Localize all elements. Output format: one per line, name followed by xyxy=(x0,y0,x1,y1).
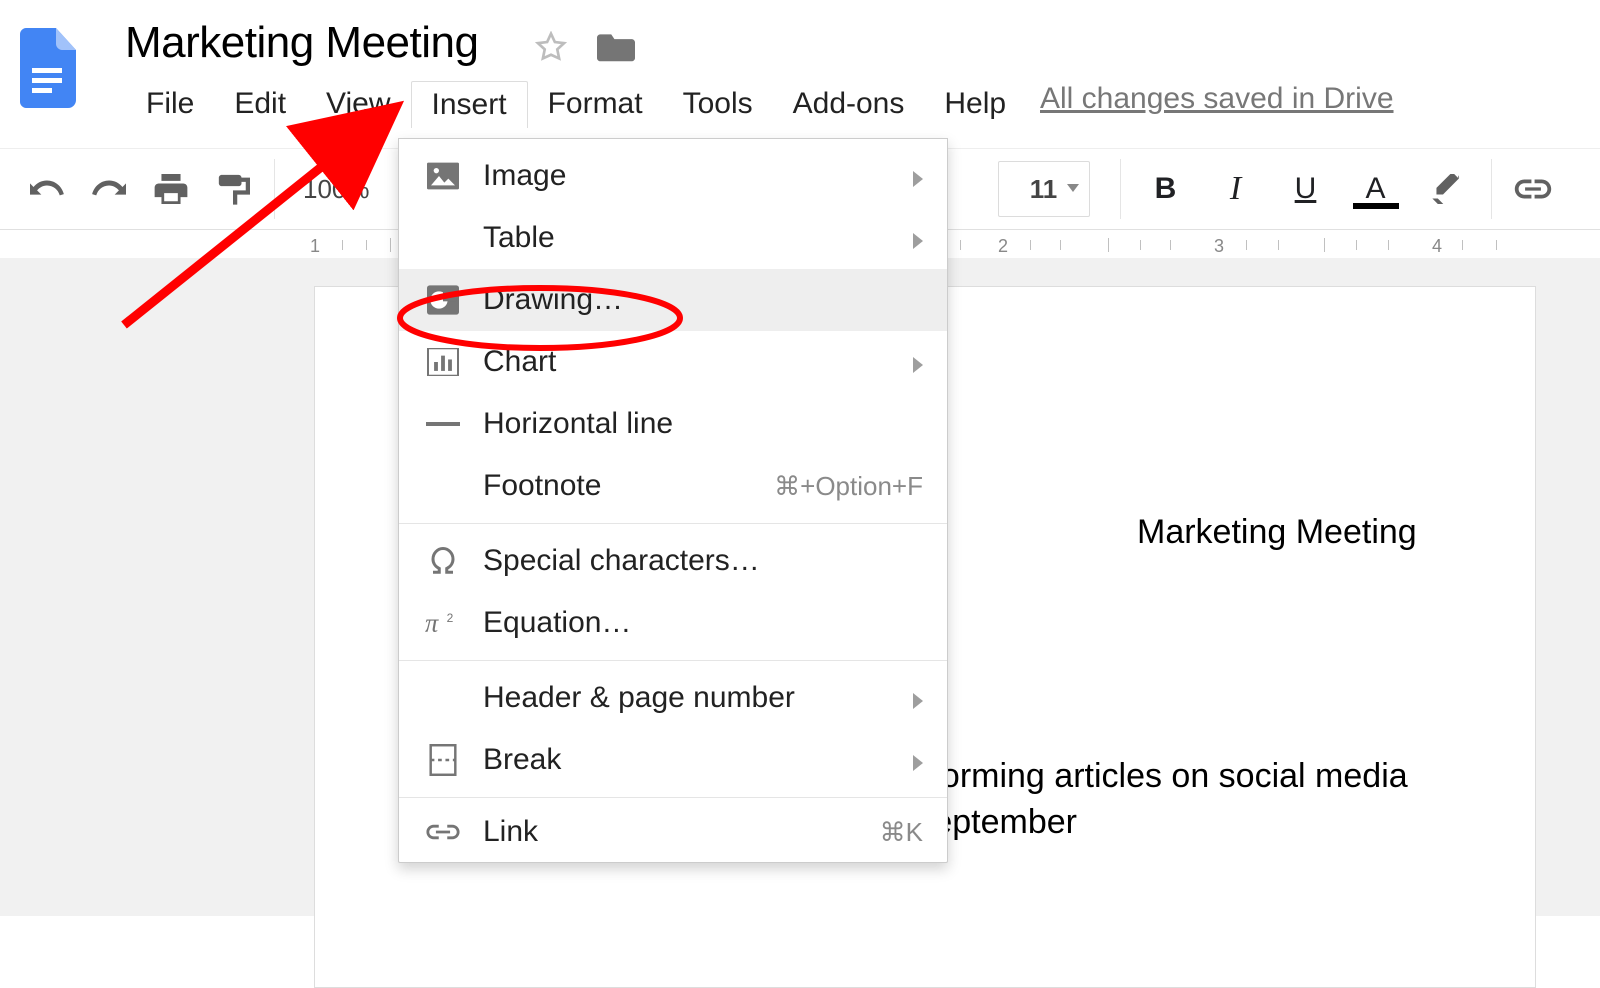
insert-image[interactable]: Image xyxy=(399,145,947,207)
link-icon xyxy=(421,813,465,851)
menu-edit[interactable]: Edit xyxy=(214,81,306,127)
blank-icon xyxy=(421,679,465,717)
page-body[interactable]: s -performing articles on social media o… xyxy=(871,707,1408,845)
folder-icon[interactable] xyxy=(597,30,635,69)
dd-label: Horizontal line xyxy=(483,407,925,441)
drawing-icon xyxy=(421,281,465,319)
body-line: s xyxy=(871,707,1408,753)
dd-label: Chart xyxy=(483,345,925,379)
svg-text:π: π xyxy=(425,609,439,637)
insert-horizontal-line[interactable]: Horizontal line xyxy=(399,393,947,455)
body-line: -performing articles on social media xyxy=(871,753,1408,799)
dd-label: Special characters… xyxy=(483,544,925,578)
chart-icon xyxy=(421,343,465,381)
dd-shortcut: ⌘+Option+F xyxy=(774,471,923,502)
dd-label: Image xyxy=(483,159,925,193)
insert-link[interactable]: Link ⌘K xyxy=(399,804,947,860)
dd-label: Drawing… xyxy=(483,283,925,317)
font-size-selector[interactable]: 11 xyxy=(998,161,1090,217)
font-size-value: 11 xyxy=(1030,174,1058,205)
ruler-mark-3: 3 xyxy=(1214,236,1224,257)
text-color-button[interactable]: A xyxy=(1341,159,1411,219)
highlight-button[interactable] xyxy=(1411,159,1481,219)
ruler-mark-1: 1 xyxy=(310,236,320,257)
star-icon[interactable] xyxy=(535,31,567,68)
page-heading[interactable]: Marketing Meeting xyxy=(1137,513,1417,552)
ruler-mark-4: 4 xyxy=(1432,236,1442,257)
menu-addons[interactable]: Add-ons xyxy=(773,81,925,127)
blank-icon xyxy=(421,219,465,257)
insert-header-page-number[interactable]: Header & page number xyxy=(399,667,947,729)
zoom-selector[interactable]: 100% xyxy=(285,159,388,219)
menu-view[interactable]: View xyxy=(306,81,410,127)
menu-file[interactable]: File xyxy=(126,81,214,127)
insert-chart[interactable]: Chart xyxy=(399,331,947,393)
pi-icon: π2 xyxy=(421,604,465,642)
menu-help[interactable]: Help xyxy=(924,81,1026,127)
redo-button[interactable] xyxy=(78,159,140,219)
menu-divider xyxy=(399,797,947,798)
text-color-swatch xyxy=(1353,203,1399,209)
insert-dropdown: Image Table Drawing… Chart Horizontal li… xyxy=(398,138,948,863)
omega-icon xyxy=(421,542,465,580)
blank-icon xyxy=(421,467,465,505)
underline-button[interactable]: U xyxy=(1271,159,1341,219)
menu-insert[interactable]: Insert xyxy=(411,81,528,128)
insert-equation[interactable]: π2 Equation… xyxy=(399,592,947,654)
menu-divider xyxy=(399,523,947,524)
dd-label: Header & page number xyxy=(483,681,925,715)
bold-button[interactable]: B xyxy=(1131,159,1201,219)
paint-format-button[interactable] xyxy=(202,159,264,219)
menu-bar: File Edit View Insert Format Tools Add-o… xyxy=(126,80,1026,128)
menu-divider xyxy=(399,660,947,661)
dd-label: Link xyxy=(483,815,925,849)
dd-label: Equation… xyxy=(483,606,925,640)
insert-link-button[interactable] xyxy=(1502,159,1564,219)
undo-button[interactable] xyxy=(16,159,78,219)
insert-drawing[interactable]: Drawing… xyxy=(399,269,947,331)
docs-logo[interactable] xyxy=(20,28,76,108)
ruler-mark-2: 2 xyxy=(998,236,1008,257)
dd-shortcut: ⌘K xyxy=(880,817,923,848)
body-line: or September xyxy=(871,799,1408,845)
insert-special-characters[interactable]: Special characters… xyxy=(399,530,947,592)
insert-footnote[interactable]: Footnote ⌘+Option+F xyxy=(399,455,947,517)
menu-format[interactable]: Format xyxy=(528,81,663,127)
insert-table[interactable]: Table xyxy=(399,207,947,269)
dd-label: Break xyxy=(483,743,925,777)
print-button[interactable] xyxy=(140,159,202,219)
save-status[interactable]: All changes saved in Drive xyxy=(1040,82,1394,116)
page-break-icon xyxy=(421,741,465,779)
hline-icon xyxy=(421,405,465,443)
document-title[interactable]: Marketing Meeting xyxy=(125,18,478,68)
svg-text:2: 2 xyxy=(447,611,454,625)
dd-label: Table xyxy=(483,221,925,255)
menu-tools[interactable]: Tools xyxy=(663,81,773,127)
image-icon xyxy=(421,157,465,195)
insert-break[interactable]: Break xyxy=(399,729,947,791)
text-color-glyph: A xyxy=(1365,172,1385,206)
italic-button[interactable]: I xyxy=(1201,159,1271,219)
